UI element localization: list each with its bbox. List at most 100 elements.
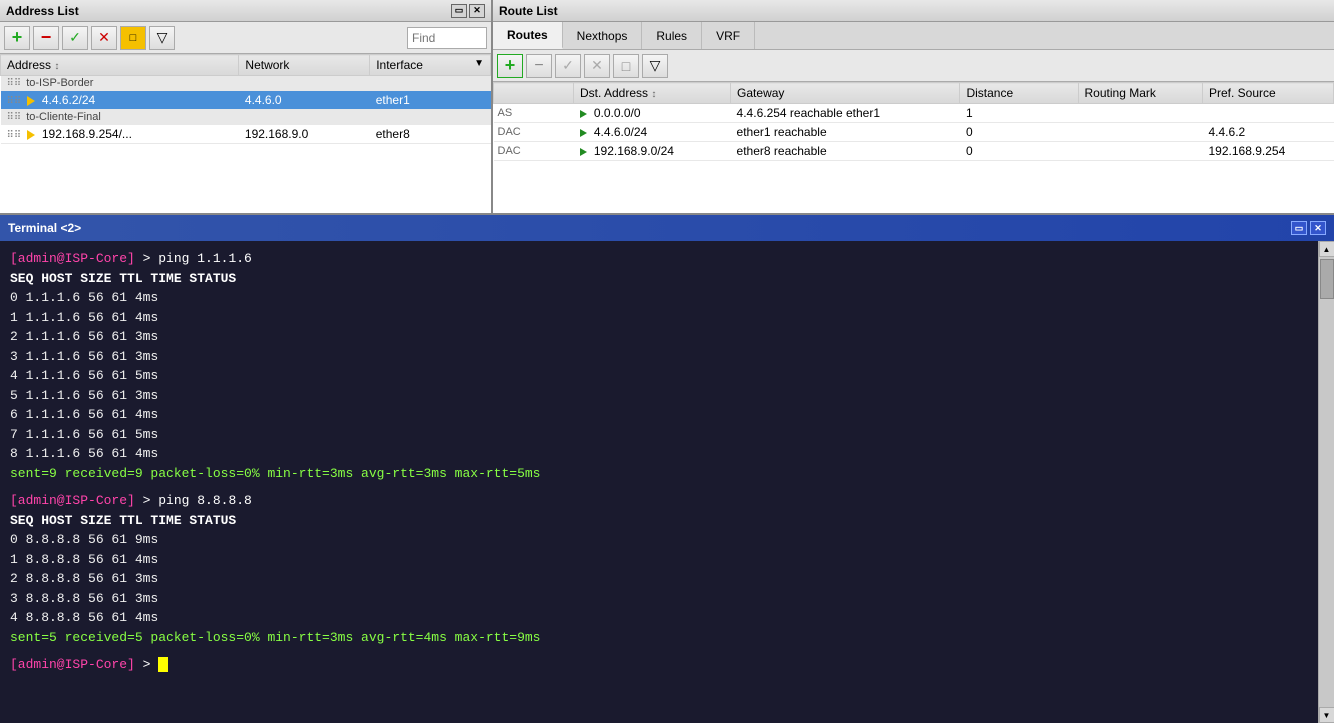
table-row[interactable]: DAC 192.168.9.0/24 ether8 reachable 0 19…: [494, 142, 1334, 161]
cmd2: > ping 8.8.8.8: [135, 493, 252, 508]
route-toolbar: + − ✓ ✕ □ ▽: [493, 50, 1334, 82]
drag-handle: ⠿⠿: [7, 112, 22, 123]
spacer2: [10, 647, 1308, 655]
col-gateway[interactable]: Gateway: [731, 83, 960, 104]
ping2-header: SEQ HOST SIZE TTL TIME STATUS: [10, 511, 1308, 531]
ping2-row1: 1 8.8.8.8 56 61 4ms: [10, 550, 1308, 570]
drag-handle: ⠿⠿: [7, 96, 22, 107]
route-add-button[interactable]: +: [497, 54, 523, 78]
remove-button[interactable]: −: [33, 26, 59, 50]
route-table-container: Dst. Address ↕ Gateway Distance Routing …: [493, 82, 1334, 213]
ping1-prompt-line: [admin@ISP-Core] > ping 1.1.1.6: [10, 249, 1308, 269]
copy-button[interactable]: □: [120, 26, 146, 50]
ping1-row5: 5 1.1.1.6 56 61 3ms: [10, 386, 1308, 406]
add-button[interactable]: +: [4, 26, 30, 50]
address-list-title: Address List: [6, 4, 79, 18]
route-remove-button[interactable]: −: [526, 54, 552, 78]
terminal-panel: Terminal <2> ▭ ✕ [admin@ISP-Core] > ping…: [0, 215, 1334, 723]
ping2-stat: sent=5 received=5 packet-loss=0% min-rtt…: [10, 628, 1308, 648]
terminal-titlebar-buttons: ▭ ✕: [1291, 221, 1326, 235]
ping1-row7: 7 1.1.1.6 56 61 5ms: [10, 425, 1308, 445]
close-button[interactable]: ✕: [469, 4, 485, 18]
address-list-titlebar: Address List ▭ ✕: [0, 0, 491, 22]
ping1-stat-text: sent=9 received=9 packet-loss=0% min-rtt…: [10, 466, 541, 481]
ping1-row0: 0 1.1.1.6 56 61 4ms: [10, 288, 1308, 308]
col-address[interactable]: Address ↕: [1, 55, 239, 76]
ping1-row8: 8 1.1.1.6 56 61 4ms: [10, 444, 1308, 464]
ping1-header: SEQ HOST SIZE TTL TIME STATUS: [10, 269, 1308, 289]
group-isp-border: ⠿⠿ to-ISP-Border: [1, 76, 491, 91]
ping1-row4: 4 1.1.1.6 56 61 5ms: [10, 366, 1308, 386]
scroll-up-button[interactable]: ▲: [1319, 241, 1334, 257]
col-interface[interactable]: Interface ▼: [370, 55, 491, 76]
ping2-row0: 0 8.8.8.8 56 61 9ms: [10, 530, 1308, 550]
route-copy-button[interactable]: □: [613, 54, 639, 78]
route-cross-button[interactable]: ✕: [584, 54, 610, 78]
tabs-bar: Routes Nexthops Rules VRF: [493, 22, 1334, 50]
col-mark[interactable]: Routing Mark: [1078, 83, 1203, 104]
col-type: [494, 83, 574, 104]
filter-button[interactable]: ▽: [149, 26, 175, 50]
col-network[interactable]: Network: [239, 55, 370, 76]
drag-handle: ⠿⠿: [7, 130, 22, 141]
route-list-titlebar: Route List: [493, 0, 1334, 22]
scroll-down-button[interactable]: ▼: [1319, 707, 1334, 723]
drag-handle: ⠿⠿: [7, 78, 22, 89]
restore-button[interactable]: ▭: [451, 4, 467, 18]
row-icon: [27, 96, 35, 106]
row-icon: [27, 130, 35, 140]
address-toolbar: + − ✓ ✕ □ ▽: [0, 22, 491, 54]
terminal-body[interactable]: [admin@ISP-Core] > ping 1.1.1.6 SEQ HOST…: [0, 241, 1318, 723]
ping2-row4: 4 8.8.8.8 56 61 4ms: [10, 608, 1308, 628]
ping1-row3: 3 1.1.1.6 56 61 3ms: [10, 347, 1308, 367]
route-filter-button[interactable]: ▽: [642, 54, 668, 78]
route-check-button[interactable]: ✓: [555, 54, 581, 78]
terminal-titlebar: Terminal <2> ▭ ✕: [0, 215, 1334, 241]
ping1-row1: 1 1.1.1.6 56 61 4ms: [10, 308, 1308, 328]
scrollbar[interactable]: ▲ ▼: [1318, 241, 1334, 723]
titlebar-buttons: ▭ ✕: [451, 4, 485, 18]
ping2-stat-text: sent=5 received=5 packet-loss=0% min-rtt…: [10, 630, 541, 645]
terminal-close-button[interactable]: ✕: [1310, 221, 1326, 235]
route-list-panel: Route List Routes Nexthops Rules VRF + −…: [493, 0, 1334, 213]
address-table: Address ↕ Network Interface ▼: [0, 54, 491, 213]
prompt1: [admin@ISP-Core]: [10, 251, 135, 266]
route-active-icon: [580, 110, 587, 118]
final-prompt-text: [admin@ISP-Core]: [10, 657, 135, 672]
ping2-prompt-line: [admin@ISP-Core] > ping 8.8.8.8: [10, 491, 1308, 511]
ping2-row3: 3 8.8.8.8 56 61 3ms: [10, 589, 1308, 609]
check-button[interactable]: ✓: [62, 26, 88, 50]
group-cliente-final: ⠿⠿ to-Cliente-Final: [1, 110, 491, 125]
tab-nexthops[interactable]: Nexthops: [563, 22, 643, 49]
ping1-row2: 2 1.1.1.6 56 61 3ms: [10, 327, 1308, 347]
terminal-title: Terminal <2>: [8, 221, 81, 235]
scroll-track: [1319, 257, 1334, 707]
prompt2: [admin@ISP-Core]: [10, 493, 135, 508]
table-row[interactable]: DAC 4.4.6.0/24 ether1 reachable 0 4.4.6.…: [494, 123, 1334, 142]
ping2-row2: 2 8.8.8.8 56 61 3ms: [10, 569, 1308, 589]
route-active-icon: [580, 148, 587, 156]
tab-rules[interactable]: Rules: [642, 22, 702, 49]
tab-routes[interactable]: Routes: [493, 22, 563, 49]
route-list-title: Route List: [499, 4, 558, 18]
cross-button[interactable]: ✕: [91, 26, 117, 50]
final-prompt-line: [admin@ISP-Core] >: [10, 655, 1308, 675]
cmd1: > ping 1.1.1.6: [135, 251, 252, 266]
col-pref[interactable]: Pref. Source: [1203, 83, 1334, 104]
scroll-thumb[interactable]: [1320, 259, 1334, 299]
address-list-panel: Address List ▭ ✕ + − ✓ ✕ □ ▽ Address ↕: [0, 0, 493, 213]
ping1-row6: 6 1.1.1.6 56 61 4ms: [10, 405, 1308, 425]
terminal-wrapper: [admin@ISP-Core] > ping 1.1.1.6 SEQ HOST…: [0, 241, 1334, 723]
table-row[interactable]: ⠿⠿ 4.4.6.2/24 4.4.6.0 ether1: [1, 91, 491, 110]
find-input[interactable]: [407, 27, 487, 49]
col-dst[interactable]: Dst. Address ↕: [574, 83, 731, 104]
table-row[interactable]: ⠿⠿ 192.168.9.254/... 192.168.9.0 ether8: [1, 125, 491, 144]
col-distance[interactable]: Distance: [960, 83, 1078, 104]
terminal-cursor: [158, 657, 168, 672]
terminal-restore-button[interactable]: ▭: [1291, 221, 1307, 235]
ping1-stat: sent=9 received=9 packet-loss=0% min-rtt…: [10, 464, 1308, 484]
spacer: [10, 483, 1308, 491]
route-active-icon: [580, 129, 587, 137]
tab-vrf[interactable]: VRF: [702, 22, 755, 49]
table-row[interactable]: AS 0.0.0.0/0 4.4.6.254 reachable ether1 …: [494, 104, 1334, 123]
